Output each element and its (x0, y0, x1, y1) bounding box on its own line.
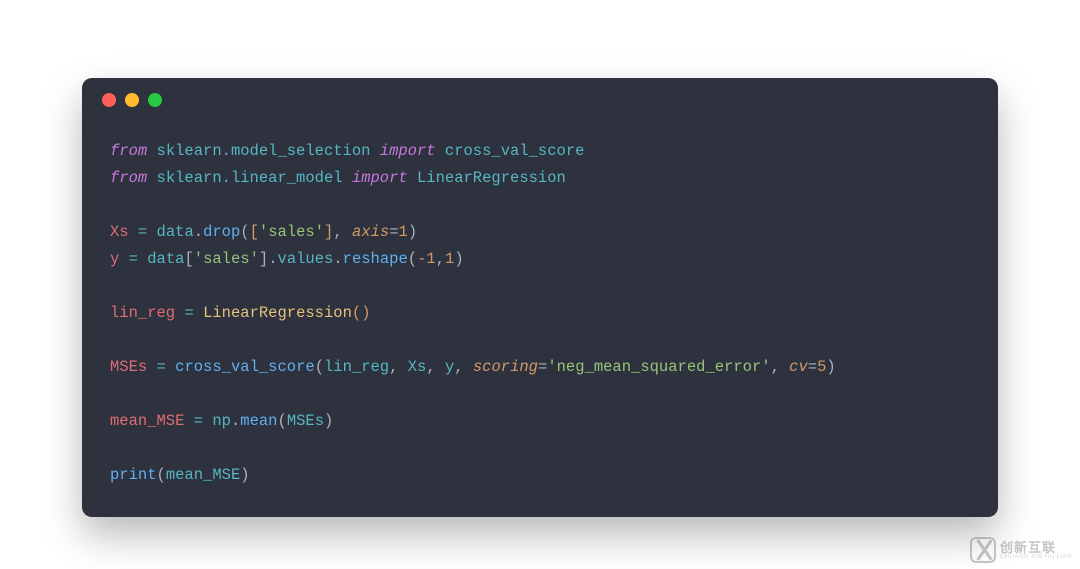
str-negmse: 'neg_mean_squared_error' (547, 358, 770, 376)
arg-mses: MSEs (287, 412, 324, 430)
arg-linreg: lin_reg (324, 358, 389, 376)
var-data: data (157, 223, 194, 241)
keyword-import: import (380, 142, 436, 160)
kw-scoring: scoring (473, 358, 538, 376)
code-card: from sklearn.model_selection import cros… (82, 78, 998, 517)
kw-cv: cv (789, 358, 808, 376)
fn-reshape: reshape (343, 250, 408, 268)
op-assign: = (129, 250, 138, 268)
arg-xs: Xs (408, 358, 427, 376)
op-assign: = (138, 223, 147, 241)
window-dots (102, 93, 162, 107)
import-name: cross_val_score (445, 142, 585, 160)
watermark: 创新互联 CHUANG XIN HU LIAN (970, 537, 1072, 563)
watermark-logo-icon (970, 537, 996, 563)
var-mses: MSEs (110, 358, 147, 376)
keyword-from: from (110, 169, 147, 187)
fn-print: print (110, 466, 157, 484)
var-meanmse: mean_MSE (110, 412, 184, 430)
op-assign: = (184, 304, 193, 322)
import-name: LinearRegression (417, 169, 566, 187)
fn-cvs: cross_val_score (175, 358, 315, 376)
op-assign: = (194, 412, 203, 430)
kw-axis: axis (352, 223, 389, 241)
var-y: y (110, 250, 119, 268)
op-assign: = (157, 358, 166, 376)
module-path: sklearn.model_selection (157, 142, 371, 160)
watermark-text: 创新互联 CHUANG XIN HU LIAN (1000, 541, 1072, 560)
minimize-dot-icon (125, 93, 139, 107)
num-five: 5 (817, 358, 826, 376)
mod-np: np (212, 412, 231, 430)
watermark-py: CHUANG XIN HU LIAN (1000, 554, 1072, 560)
num-one: 1 (399, 223, 408, 241)
keyword-import: import (352, 169, 408, 187)
code-block: from sklearn.model_selection import cros… (110, 138, 970, 489)
cls-linreg: LinearRegression (203, 304, 352, 322)
str-sales: 'sales' (194, 250, 259, 268)
keyword-from: from (110, 142, 147, 160)
module-path: sklearn.linear_model (157, 169, 343, 187)
num-one: 1 (445, 250, 454, 268)
var-xs: Xs (110, 223, 129, 241)
num-neg1: -1 (417, 250, 436, 268)
watermark-cn: 创新互联 (1000, 541, 1072, 554)
var-data: data (147, 250, 184, 268)
var-linreg: lin_reg (110, 304, 175, 322)
arg-y: y (445, 358, 454, 376)
zoom-dot-icon (148, 93, 162, 107)
str-sales: 'sales' (259, 223, 324, 241)
arg-meanmse: mean_MSE (166, 466, 240, 484)
fn-drop: drop (203, 223, 240, 241)
close-dot-icon (102, 93, 116, 107)
fn-mean: mean (240, 412, 277, 430)
attr-values: values (278, 250, 334, 268)
